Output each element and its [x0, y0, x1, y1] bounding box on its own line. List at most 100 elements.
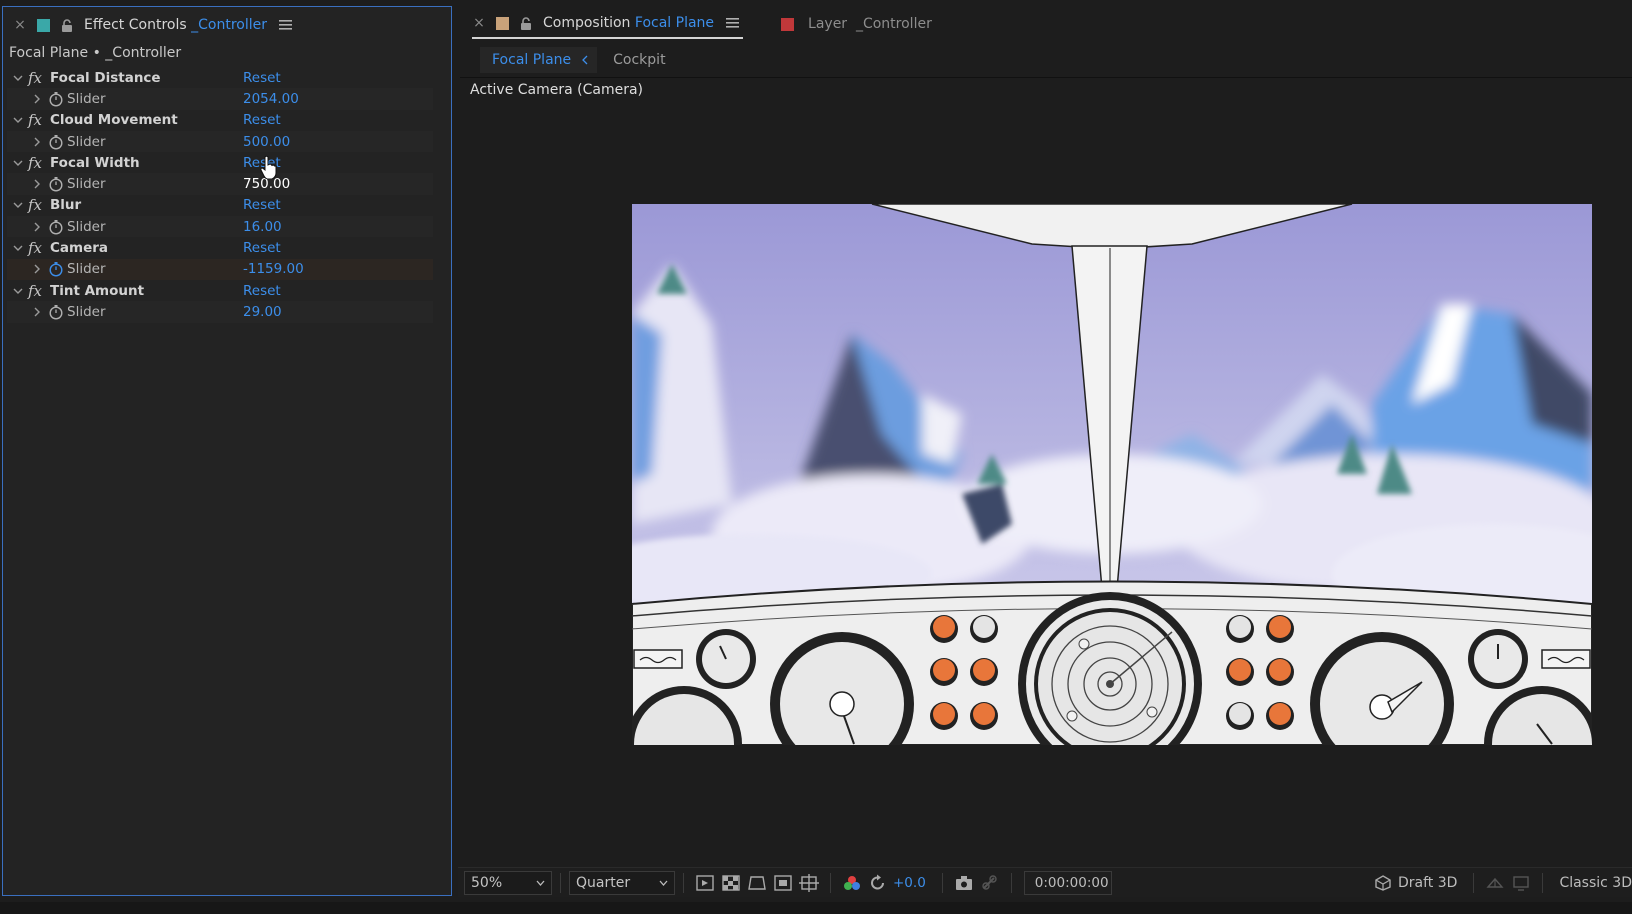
- hamburger-menu-icon[interactable]: [278, 19, 292, 31]
- twirl-right-icon[interactable]: [33, 307, 41, 317]
- magnification-dropdown[interactable]: 50%: [464, 870, 552, 895]
- resolution-dropdown[interactable]: Quarter: [569, 870, 675, 895]
- effect-name: Focal Width: [50, 154, 140, 171]
- current-time-display[interactable]: 0:00:00:00: [1023, 870, 1112, 895]
- twirl-right-icon[interactable]: [33, 94, 41, 104]
- twirl-right-icon[interactable]: [33, 179, 41, 189]
- hamburger-menu-icon[interactable]: [726, 17, 740, 29]
- effect-name: Focal Distance: [50, 69, 161, 86]
- reset-link[interactable]: Reset: [243, 283, 281, 299]
- slider-value[interactable]: 2054.00: [243, 91, 299, 107]
- effect-name: Cloud Movement: [50, 112, 178, 129]
- toolbar-divider: [1010, 872, 1012, 893]
- reset-link[interactable]: Reset: [243, 70, 281, 86]
- stopwatch-icon[interactable]: [48, 219, 64, 235]
- draft-3d-toggle[interactable]: Draft 3D: [1366, 870, 1465, 896]
- viewer-tab-focal-plane[interactable]: Focal Plane: [480, 46, 598, 73]
- fx-badge-icon[interactable]: fx: [28, 69, 42, 87]
- lock-icon[interactable]: [519, 16, 533, 31]
- show-snapshot-icon[interactable]: [980, 874, 1000, 892]
- toolbar-right-group: Draft 3D Classic 3D: [1366, 868, 1632, 898]
- fx-badge-icon[interactable]: fx: [28, 154, 42, 172]
- region-of-interest-icon[interactable]: [773, 874, 793, 892]
- reset-exposure-icon[interactable]: [868, 874, 888, 892]
- composition-tab-title: Composition Focal Plane: [543, 15, 715, 31]
- 3d-ground-plane-icon[interactable]: [1485, 874, 1505, 892]
- composition-viewport[interactable]: [632, 204, 1592, 745]
- hand-cursor-icon: [260, 155, 277, 179]
- stopwatch-icon[interactable]: [48, 176, 64, 192]
- reset-link[interactable]: Reset: [243, 112, 281, 128]
- chevron-down-icon: [536, 880, 545, 886]
- viewer-navigation: Focal Plane Cockpit: [460, 42, 1632, 78]
- composition-tab[interactable]: × Composition Focal Plane: [472, 9, 744, 39]
- grid-guides-icon[interactable]: [799, 873, 819, 892]
- slider-value[interactable]: 16.00: [243, 219, 282, 235]
- twirl-right-icon[interactable]: [33, 264, 41, 274]
- reset-link[interactable]: Reset: [243, 240, 281, 256]
- twirl-down-icon[interactable]: [13, 243, 23, 253]
- effect-property-row: Slider 750.00: [7, 173, 433, 195]
- effect-header[interactable]: fx Camera Reset: [7, 237, 433, 258]
- effect-header[interactable]: fx Tint Amount Reset: [7, 280, 433, 301]
- twirl-down-icon[interactable]: [13, 158, 23, 168]
- effect-controls-title: Effect Controls _Controller: [84, 17, 267, 33]
- stopwatch-icon[interactable]: [48, 91, 64, 107]
- twirl-down-icon[interactable]: [13, 200, 23, 210]
- slider-value[interactable]: -1159.00: [243, 261, 304, 277]
- layer-tab[interactable]: Layer _Controller: [781, 16, 932, 32]
- effect-controls-tab[interactable]: × Effect Controls _Controller: [3, 7, 451, 43]
- property-name: Slider: [67, 90, 106, 107]
- twirl-right-icon[interactable]: [33, 222, 41, 232]
- chevron-left-icon: [582, 55, 588, 64]
- label-color-swatch: [781, 17, 795, 31]
- twirl-right-icon[interactable]: [33, 137, 41, 147]
- viewer-tab-cockpit[interactable]: Cockpit: [613, 52, 665, 68]
- effect-header[interactable]: fx Cloud Movement Reset: [7, 110, 433, 131]
- slider-value[interactable]: 29.00: [243, 304, 282, 320]
- effect-property-row: Slider 16.00: [7, 216, 433, 238]
- reset-link[interactable]: Reset: [243, 197, 281, 213]
- effect-header[interactable]: fx Blur Reset: [7, 195, 433, 216]
- transparency-grid-icon[interactable]: [721, 874, 741, 892]
- fx-badge-icon[interactable]: fx: [28, 196, 42, 214]
- twirl-down-icon[interactable]: [13, 73, 23, 83]
- color-channels-icon[interactable]: [842, 874, 862, 892]
- effect-name: Blur: [50, 197, 82, 214]
- close-icon[interactable]: ×: [13, 17, 27, 33]
- render-image: [632, 204, 1592, 745]
- label-color-swatch: [37, 18, 50, 32]
- draft-3d-icon: [1375, 875, 1391, 891]
- renderer-mode-button[interactable]: Classic 3D: [1551, 870, 1632, 896]
- twirl-down-icon[interactable]: [13, 286, 23, 296]
- property-name: Slider: [67, 218, 106, 235]
- toolbar-divider: [830, 872, 831, 893]
- toolbar-divider: [683, 872, 684, 893]
- layer-tab-title: Layer _Controller: [808, 16, 932, 32]
- slider-value[interactable]: 500.00: [243, 134, 290, 150]
- effect-header[interactable]: fx Focal Width Reset: [7, 152, 433, 173]
- effect-property-row: Slider 2054.00: [7, 88, 433, 110]
- close-icon[interactable]: ×: [472, 15, 486, 31]
- mask-visibility-icon[interactable]: [747, 874, 767, 892]
- effect-header[interactable]: fx Focal Distance Reset: [7, 67, 433, 88]
- effect-name: Tint Amount: [50, 282, 145, 299]
- extended-viewer-icon[interactable]: [1511, 874, 1531, 892]
- twirl-down-icon[interactable]: [13, 115, 23, 125]
- camera-snapshot-icon[interactable]: [954, 874, 974, 892]
- effect-property-row: Slider 500.00: [7, 130, 433, 153]
- stopwatch-icon-active[interactable]: [48, 261, 64, 277]
- fx-badge-icon[interactable]: fx: [28, 282, 42, 300]
- effect-property-row: Slider 29.00: [7, 301, 433, 323]
- fast-previews-icon[interactable]: [695, 874, 715, 892]
- fx-badge-icon[interactable]: fx: [28, 239, 42, 257]
- effect-property-row: Slider -1159.00: [7, 258, 433, 280]
- fx-badge-icon[interactable]: fx: [28, 111, 42, 129]
- toolbar-divider: [941, 872, 943, 893]
- lock-icon[interactable]: [60, 18, 74, 33]
- stopwatch-icon[interactable]: [48, 304, 64, 320]
- effect-name: Camera: [50, 240, 109, 257]
- stopwatch-icon[interactable]: [48, 134, 64, 150]
- toolbar-divider: [1473, 873, 1475, 893]
- exposure-value[interactable]: +0.0: [893, 875, 926, 891]
